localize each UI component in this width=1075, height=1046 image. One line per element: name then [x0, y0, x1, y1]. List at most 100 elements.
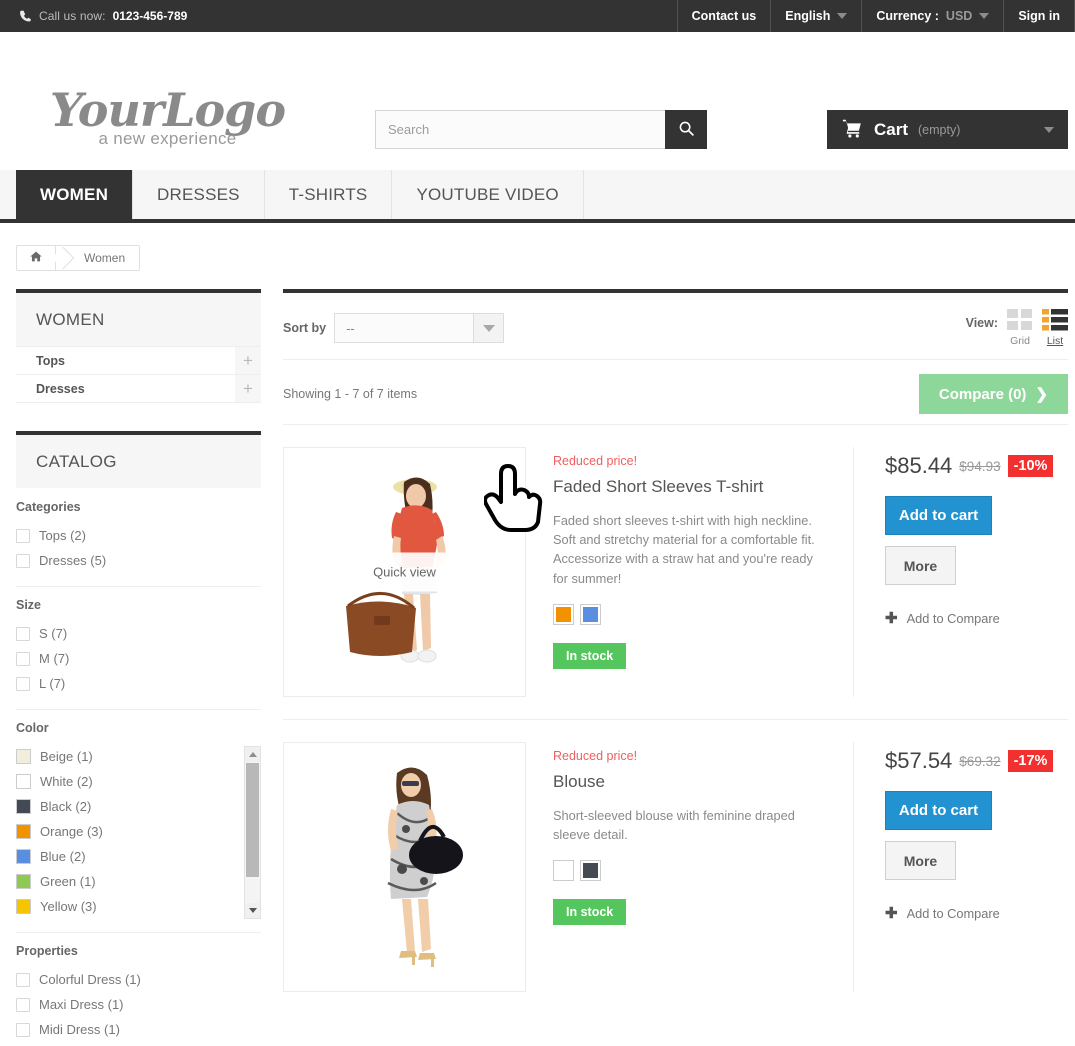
- breadcrumb-separator: [55, 246, 66, 270]
- add-to-cart-button[interactable]: Add to cart: [885, 496, 992, 535]
- color-swatch-blue[interactable]: [16, 849, 31, 864]
- color-swatch-orange[interactable]: [16, 824, 31, 839]
- scroll-down-arrow-icon[interactable]: [245, 903, 260, 918]
- add-to-cart-button[interactable]: Add to cart: [885, 791, 992, 830]
- filter-option-white[interactable]: White (2): [16, 769, 236, 794]
- filter-option-tops[interactable]: Tops (2): [16, 523, 261, 548]
- sidebar-item-tops[interactable]: Tops +: [16, 346, 261, 374]
- checkbox[interactable]: [16, 626, 30, 641]
- sort-by-select[interactable]: --: [334, 313, 505, 343]
- currency-selector[interactable]: Currency : USD: [861, 0, 1003, 32]
- old-price: $69.32: [959, 753, 1001, 769]
- quick-view-overlay[interactable]: Quick view: [347, 552, 462, 592]
- color-option-orange[interactable]: [553, 603, 574, 625]
- nav-item-youtube-video[interactable]: YOUTUBE VIDEO: [392, 170, 584, 219]
- nav-label: T-SHIRTS: [288, 184, 368, 204]
- add-to-compare-link[interactable]: ✚ Add to Compare: [885, 611, 1068, 626]
- product-name-link[interactable]: Blouse: [553, 772, 823, 792]
- breadcrumb-container: Women: [0, 223, 1075, 271]
- contact-us-link[interactable]: Contact us: [676, 0, 771, 32]
- product-image[interactable]: [283, 742, 526, 992]
- left-sidebar: WOMEN Tops + Dresses + CATALOG Categorie…: [16, 289, 261, 1046]
- product-name-link[interactable]: Faded Short Sleeves T-shirt: [553, 477, 823, 497]
- compare-button[interactable]: Compare (0) ❯: [918, 374, 1068, 414]
- checkbox[interactable]: [16, 651, 30, 666]
- checkbox[interactable]: [16, 528, 30, 543]
- more-button[interactable]: More: [885, 841, 956, 880]
- color-swatch-beige[interactable]: [16, 749, 31, 764]
- chevron-right-icon: ❯: [1035, 386, 1048, 403]
- color-option-white[interactable]: [553, 860, 574, 882]
- filter-option-label: Yellow (3): [40, 899, 97, 914]
- product-list-item: Reduced price! Blouse Short-sleeved blou…: [283, 719, 1068, 1014]
- filter-option-colorful-dress[interactable]: Colorful Dress (1): [16, 967, 261, 992]
- breadcrumb-current[interactable]: Women: [66, 246, 139, 270]
- color-option-black[interactable]: [580, 860, 601, 882]
- color-option-blue[interactable]: [580, 603, 601, 625]
- old-price: $94.93: [959, 458, 1001, 474]
- expand-plus-icon[interactable]: +: [235, 375, 261, 402]
- results-count: Showing 1 - 7 of 7 items: [283, 387, 418, 401]
- search-input[interactable]: [375, 110, 665, 149]
- filter-group-categories: Categories Tops (2) Dresses (5): [16, 500, 261, 577]
- nav-item-tshirts[interactable]: T-SHIRTS: [265, 170, 393, 219]
- product-color-options: [553, 603, 823, 625]
- filter-option-size-s[interactable]: S (7): [16, 621, 261, 646]
- filter-option-size-l[interactable]: L (7): [16, 671, 261, 696]
- filter-option-orange[interactable]: Orange (3): [16, 819, 236, 844]
- filter-option-black[interactable]: Black (2): [16, 794, 236, 819]
- language-selector[interactable]: English: [770, 0, 861, 32]
- current-price: $57.54: [885, 748, 953, 773]
- filter-option-size-m[interactable]: M (7): [16, 646, 261, 671]
- sign-in-link[interactable]: Sign in: [1003, 0, 1075, 32]
- discount-badge: -10%: [1007, 455, 1054, 477]
- checkbox[interactable]: [16, 553, 30, 568]
- site-logo[interactable]: YourLogo a new experience: [40, 87, 295, 149]
- product-image-container[interactable]: Quick view: [283, 447, 543, 697]
- home-icon: [29, 250, 43, 266]
- contact-phone-block: Call us now: 0123-456-789: [0, 0, 187, 32]
- contact-us-label: Contact us: [691, 9, 757, 23]
- checkbox[interactable]: [16, 972, 30, 987]
- scrollbar-thumb[interactable]: [246, 763, 259, 877]
- filter-option-green[interactable]: Green (1): [16, 869, 236, 894]
- phone-number: 0123-456-789: [112, 9, 188, 23]
- color-swatch-yellow[interactable]: [16, 899, 31, 914]
- chevron-down-icon[interactable]: [473, 314, 504, 342]
- reduced-price-badge: Reduced price!: [553, 749, 638, 763]
- add-to-compare-link[interactable]: ✚ Add to Compare: [885, 906, 1068, 921]
- filter-option-yellow[interactable]: Yellow (3): [16, 894, 236, 919]
- checkbox[interactable]: [16, 1022, 30, 1037]
- filter-option-label: Orange (3): [40, 824, 103, 839]
- nav-item-dresses[interactable]: DRESSES: [133, 170, 265, 219]
- color-swatch-white[interactable]: [16, 774, 31, 789]
- product-description: Short-sleeved blouse with feminine drape…: [553, 808, 795, 843]
- color-filter-scrollbar[interactable]: [244, 746, 261, 919]
- search-button[interactable]: [665, 110, 707, 149]
- filter-option-midi-dress[interactable]: Midi Dress (1): [16, 1017, 261, 1042]
- nav-item-women[interactable]: WOMEN: [16, 170, 134, 219]
- view-mode-grid[interactable]: Grid: [1007, 309, 1033, 347]
- scroll-up-arrow-icon[interactable]: [245, 747, 260, 762]
- language-label: English: [785, 9, 831, 23]
- more-button[interactable]: More: [885, 546, 956, 585]
- color-swatch-green[interactable]: [16, 874, 31, 889]
- product-image-container[interactable]: [283, 742, 526, 992]
- filter-heading: Properties: [16, 944, 78, 958]
- color-swatch-black[interactable]: [16, 799, 31, 814]
- cart-status: (empty): [918, 122, 961, 137]
- filter-option-maxi-dress[interactable]: Maxi Dress (1): [16, 992, 261, 1017]
- view-mode-list[interactable]: List: [1042, 309, 1068, 347]
- expand-plus-icon[interactable]: +: [235, 347, 261, 374]
- checkbox[interactable]: [16, 997, 30, 1012]
- filter-option-blue[interactable]: Blue (2): [16, 844, 236, 869]
- filter-option-dresses[interactable]: Dresses (5): [16, 548, 261, 573]
- nav-label: YOUTUBE VIDEO: [416, 184, 559, 204]
- filter-heading: Categories: [16, 500, 81, 514]
- breadcrumb-home-link[interactable]: [17, 246, 55, 270]
- filter-option-beige[interactable]: Beige (1): [16, 744, 236, 769]
- view-mode-toggle: View: Grid List: [966, 309, 1068, 347]
- shopping-cart-block[interactable]: Cart (empty): [827, 110, 1068, 149]
- checkbox[interactable]: [16, 676, 30, 691]
- sidebar-item-dresses[interactable]: Dresses +: [16, 374, 261, 402]
